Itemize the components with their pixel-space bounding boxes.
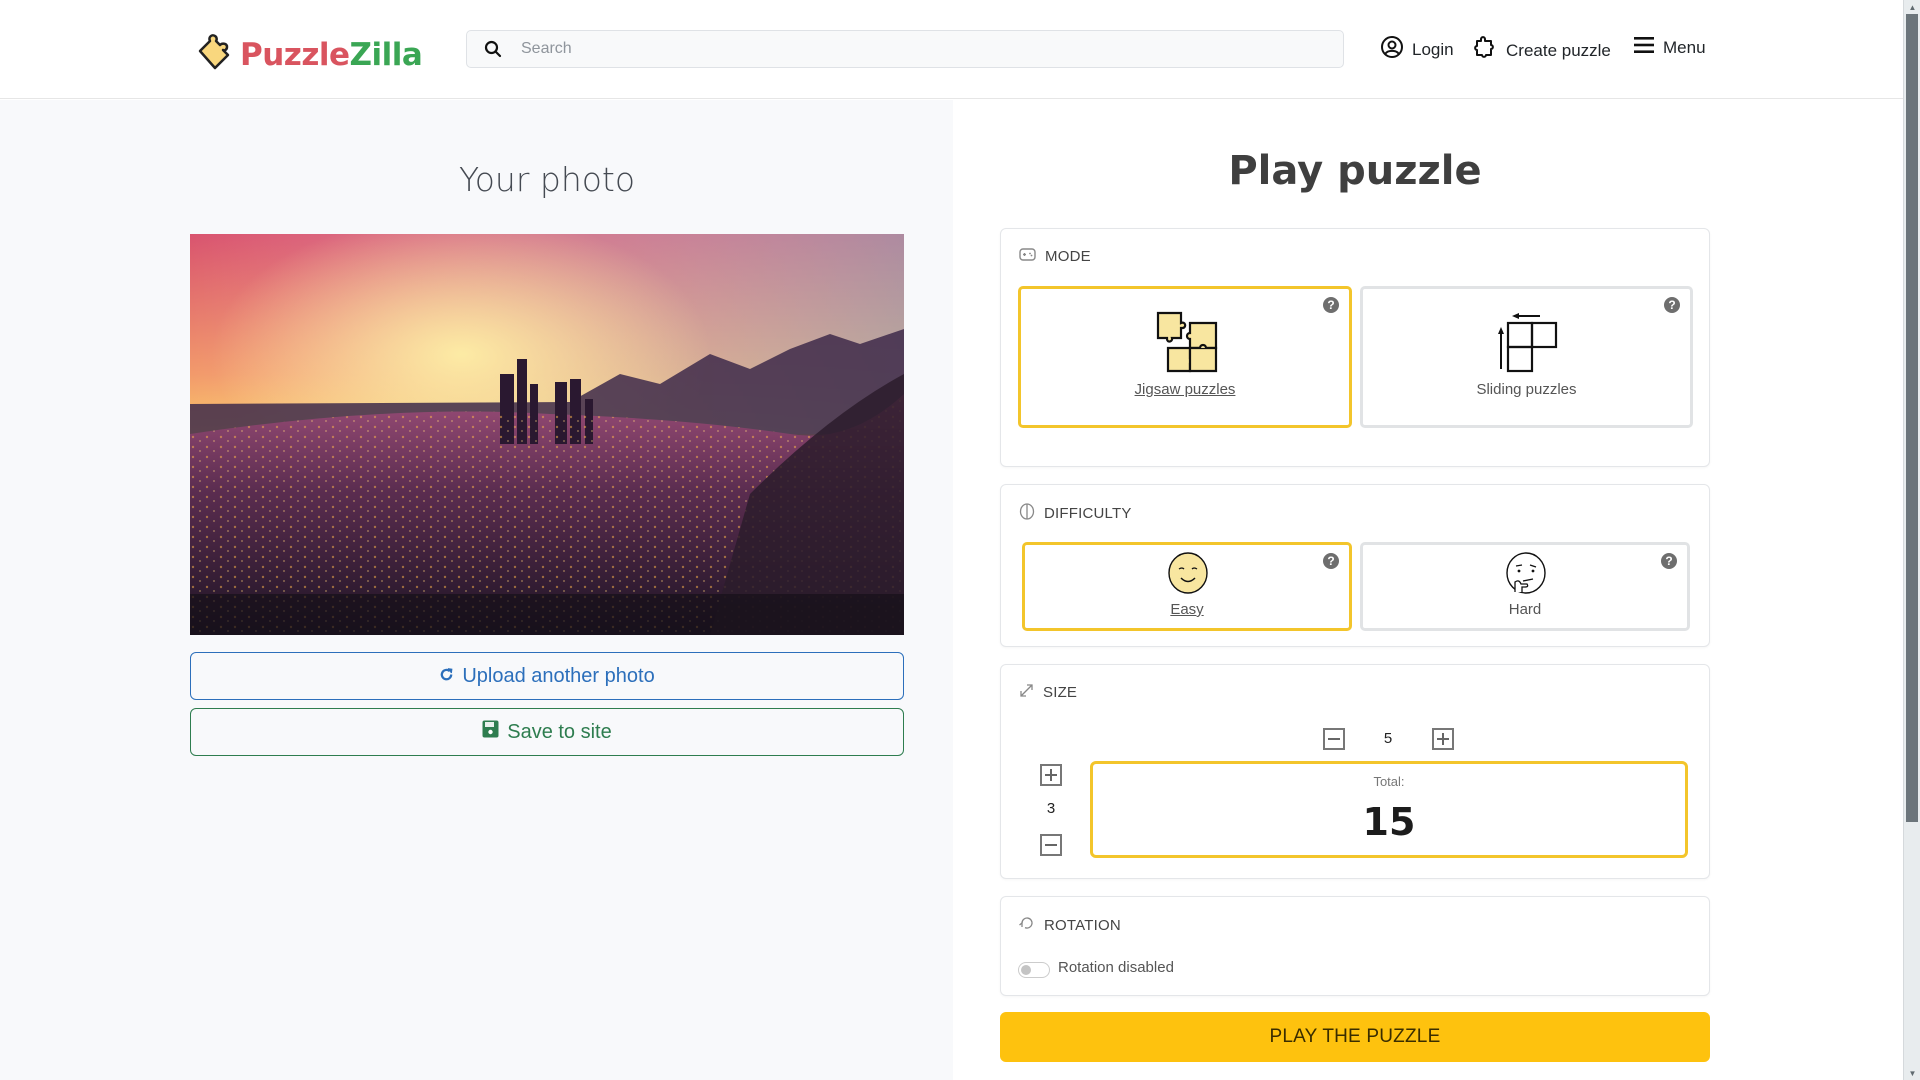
plus-icon: [1437, 733, 1449, 745]
rotation-title: ROTATION: [1044, 916, 1121, 934]
search-icon: [473, 40, 513, 58]
rows-decrease-button[interactable]: [1040, 834, 1062, 856]
minus-icon: [1328, 738, 1340, 740]
mode-option-label: Jigsaw puzzles: [1134, 381, 1236, 398]
total-pieces-box: Total: 15: [1090, 761, 1688, 858]
columns-decrease-button[interactable]: [1323, 728, 1345, 750]
rows-value: 3: [1046, 800, 1056, 817]
help-icon[interactable]: ?: [1661, 553, 1677, 569]
gamepad-icon: [1019, 247, 1036, 266]
difficulty-header: DIFFICULTY: [1019, 503, 1132, 524]
total-label: Total:: [1373, 774, 1405, 789]
thinking-face-icon: [1505, 552, 1547, 599]
create-puzzle-link[interactable]: Create puzzle: [1472, 35, 1611, 66]
help-icon[interactable]: ?: [1323, 553, 1339, 569]
page-scrollbar[interactable]: ▲ ▼: [1903, 0, 1920, 1080]
save-label: Save to site: [507, 720, 612, 743]
difficulty-card: DIFFICULTY ? Easy ? Hard: [1000, 484, 1710, 647]
smiling-face-icon: [1167, 552, 1209, 599]
save-to-site-button[interactable]: Save to site: [190, 708, 904, 756]
login-label: Login: [1412, 39, 1454, 59]
upload-another-photo-button[interactable]: Upload another photo: [190, 652, 904, 700]
site-header: PuzzleZilla Login Create puzzle Menu: [0, 0, 1903, 99]
sliding-puzzle-icon: [1498, 313, 1560, 380]
difficulty-title: DIFFICULTY: [1044, 505, 1132, 522]
columns-increase-button[interactable]: [1432, 728, 1454, 750]
difficulty-option-label: Hard: [1508, 601, 1542, 618]
jigsaw-puzzle-icon: [1156, 311, 1218, 378]
plus-icon: [1045, 769, 1057, 781]
puzzle-piece-icon: [1472, 35, 1498, 66]
your-photo-heading: Your photo: [458, 160, 636, 199]
difficulty-option-easy[interactable]: ? Easy: [1022, 542, 1352, 631]
size-header: SIZE: [1019, 683, 1077, 702]
difficulty-option-label: Easy: [1170, 601, 1204, 618]
mode-title: MODE: [1045, 248, 1091, 265]
mode-header: MODE: [1019, 247, 1091, 266]
scroll-down-arrow-icon[interactable]: ▼: [1904, 1066, 1920, 1080]
play-the-puzzle-button[interactable]: PLAY THE PUZZLE: [1000, 1012, 1710, 1062]
user-circle-icon: [1380, 35, 1404, 64]
help-icon[interactable]: ?: [1664, 297, 1680, 313]
login-link[interactable]: Login: [1380, 35, 1454, 64]
mode-option-label: Sliding puzzles: [1476, 381, 1577, 398]
menu-button[interactable]: Menu: [1633, 35, 1706, 60]
menu-label: Menu: [1663, 37, 1706, 57]
rotation-toggle[interactable]: [1018, 962, 1050, 978]
brain-icon: [1019, 503, 1035, 524]
total-value: 15: [1362, 800, 1416, 844]
uploaded-photo: [190, 234, 904, 635]
logo-text: PuzzleZilla: [240, 36, 423, 73]
scroll-up-arrow-icon[interactable]: ▲: [1904, 0, 1920, 14]
play-puzzle-heading: Play puzzle: [1228, 148, 1482, 194]
size-title: SIZE: [1043, 684, 1078, 701]
cut-off-text: [1000, 1072, 1710, 1080]
minus-icon: [1045, 844, 1057, 846]
rotate-icon: [1019, 915, 1035, 935]
mode-option-sliding[interactable]: ? Sliding puzzles: [1360, 286, 1693, 428]
search-bar[interactable]: [466, 30, 1344, 68]
logo[interactable]: PuzzleZilla: [194, 31, 423, 78]
rows-increase-button[interactable]: [1040, 764, 1062, 786]
puzzle-piece-logo-icon: [194, 31, 236, 78]
mode-card: MODE ? Jigsaw puzzles ? Sliding puzzles: [1000, 228, 1710, 467]
rotation-toggle-label: Rotation disabled: [1058, 959, 1174, 976]
search-input[interactable]: [521, 40, 1343, 58]
mode-option-jigsaw[interactable]: ? Jigsaw puzzles: [1018, 286, 1352, 428]
help-icon[interactable]: ?: [1323, 297, 1339, 313]
floppy-disk-icon: [482, 720, 499, 744]
hamburger-menu-icon: [1633, 35, 1655, 60]
upload-label: Upload another photo: [462, 664, 655, 687]
difficulty-option-hard[interactable]: ? Hard: [1360, 542, 1690, 631]
scrollbar-thumb[interactable]: [1906, 14, 1918, 822]
rotation-header: ROTATION: [1019, 915, 1121, 935]
rotation-card: ROTATION Rotation disabled: [1000, 896, 1710, 996]
columns-value: 5: [1383, 730, 1393, 747]
refresh-icon: [439, 665, 454, 688]
create-puzzle-label: Create puzzle: [1506, 40, 1611, 60]
resize-arrows-icon: [1019, 683, 1034, 702]
